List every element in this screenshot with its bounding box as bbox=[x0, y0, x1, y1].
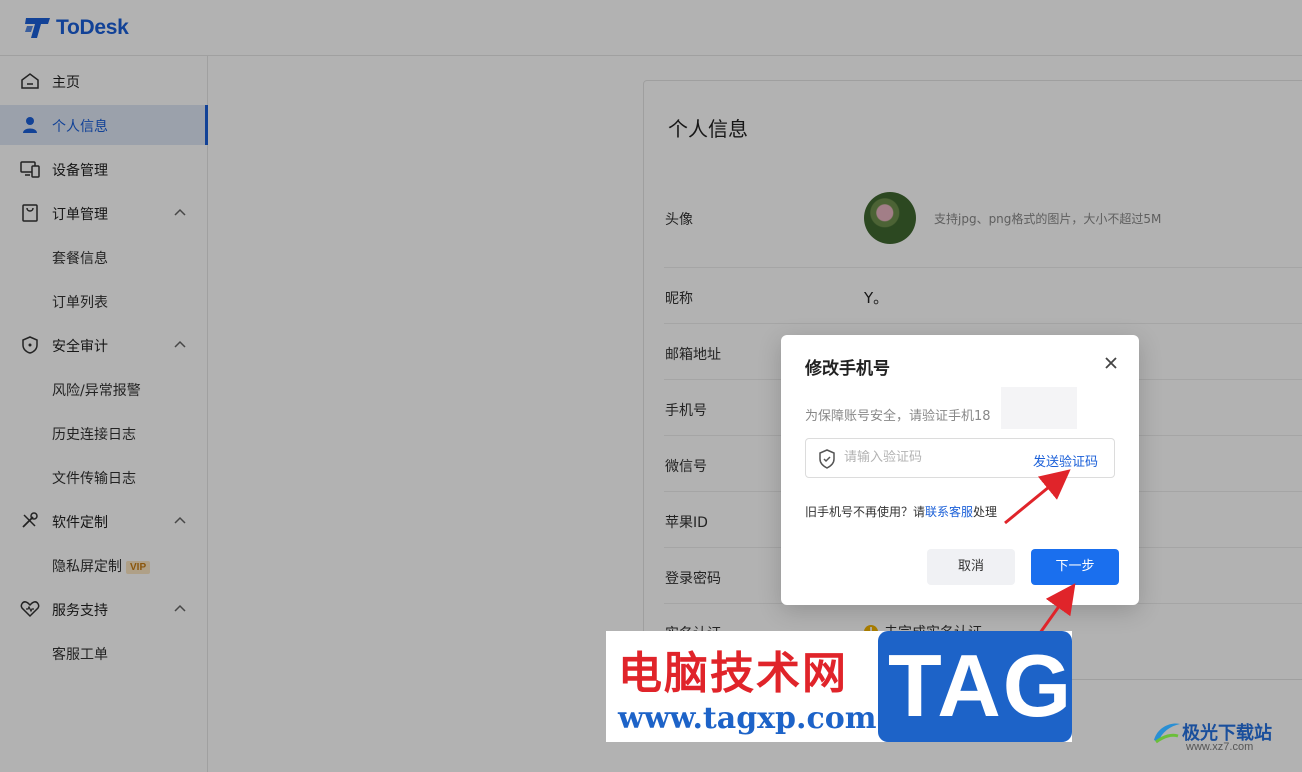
cancel-button[interactable]: 取消 bbox=[927, 549, 1015, 585]
dialog-title: 修改手机号 bbox=[805, 359, 890, 379]
watermark-cn-text: 电脑技术网 bbox=[618, 648, 848, 699]
corner-watermark-url: www.xz7.com bbox=[1186, 741, 1254, 753]
shield-check-icon bbox=[819, 449, 835, 469]
old-phone-note: 旧手机号不再使用？请联系客服处理 bbox=[805, 503, 997, 520]
old-phone-suffix: 处理 bbox=[973, 505, 998, 519]
verification-code-field[interactable]: 发送验证码 bbox=[805, 438, 1115, 478]
verification-code-input[interactable] bbox=[844, 450, 1024, 465]
change-phone-dialog: 修改手机号 为保障账号安全，请验证手机18 发送验证码 旧手机号不再使用？请联系… bbox=[781, 335, 1139, 605]
close-icon[interactable] bbox=[1103, 355, 1119, 371]
aurora-logo-icon bbox=[1154, 723, 1180, 744]
corner-watermark: 极光下载站 www.xz7.com bbox=[1150, 718, 1272, 753]
contact-support-link[interactable]: 联系客服 bbox=[925, 505, 973, 519]
old-phone-prefix: 旧手机号不再使用？请 bbox=[805, 505, 926, 519]
watermark-tag-logo: TAG bbox=[878, 631, 1072, 742]
send-code-button[interactable]: 发送验证码 bbox=[1033, 451, 1098, 470]
watermark-tag-text: TAG bbox=[888, 636, 1074, 735]
watermark-url: www.tagxp.com bbox=[618, 701, 877, 736]
verify-description: 为保障账号安全，请验证手机18 bbox=[805, 409, 991, 424]
masked-phone-region bbox=[1001, 387, 1077, 429]
site-watermark: 电脑技术网 www.tagxp.com TAG bbox=[606, 631, 1072, 742]
next-step-button[interactable]: 下一步 bbox=[1031, 549, 1119, 585]
